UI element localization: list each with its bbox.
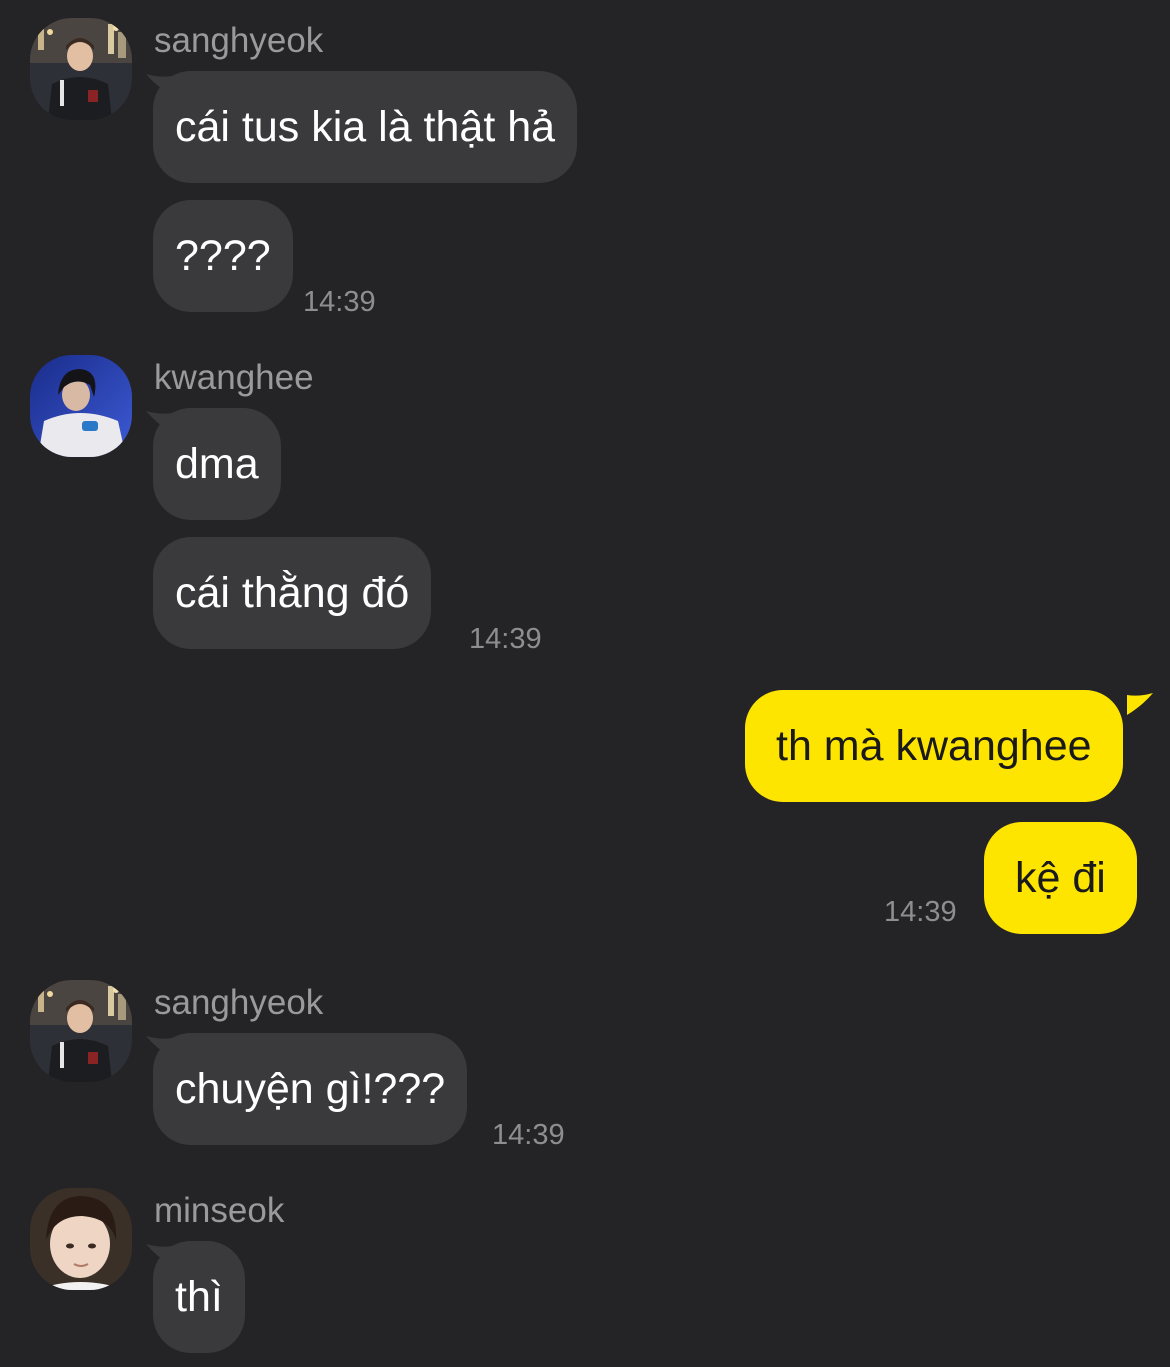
message-timestamp: 14:39: [469, 623, 542, 655]
chat-message-list[interactable]: sanghyeok cái tus kia là thật hả ???? 14…: [0, 0, 1170, 1367]
minseok-avatar-icon[interactable]: [30, 1188, 132, 1290]
message-bubble[interactable]: thì: [153, 1241, 245, 1353]
message-timestamp: 14:39: [303, 286, 376, 318]
sender-name-minseok: minseok: [154, 1191, 285, 1230]
sanghyeok-avatar-icon[interactable]: [30, 980, 132, 1082]
message-timestamp: 14:39: [884, 896, 957, 928]
message-bubble[interactable]: dma: [153, 408, 281, 520]
message-timestamp: 14:39: [492, 1119, 565, 1151]
sender-name-sanghyeok: sanghyeok: [154, 983, 324, 1022]
message-bubble[interactable]: cái tus kia là thật hả: [153, 71, 578, 183]
kwanghee-avatar-icon[interactable]: [30, 355, 132, 457]
sanghyeok-avatar-icon[interactable]: [30, 18, 132, 120]
sender-name-sanghyeok: sanghyeok: [154, 21, 324, 60]
outgoing-message-bubble[interactable]: th mà kwanghee: [745, 690, 1123, 802]
outgoing-message-bubble[interactable]: kệ đi: [984, 822, 1137, 934]
message-bubble[interactable]: ????: [153, 200, 293, 312]
sender-name-kwanghee: kwanghee: [154, 358, 314, 397]
bubble-tail: [1127, 693, 1153, 715]
message-bubble[interactable]: chuyện gì!???: [153, 1033, 468, 1145]
message-bubble[interactable]: cái thằng đó: [153, 537, 432, 649]
